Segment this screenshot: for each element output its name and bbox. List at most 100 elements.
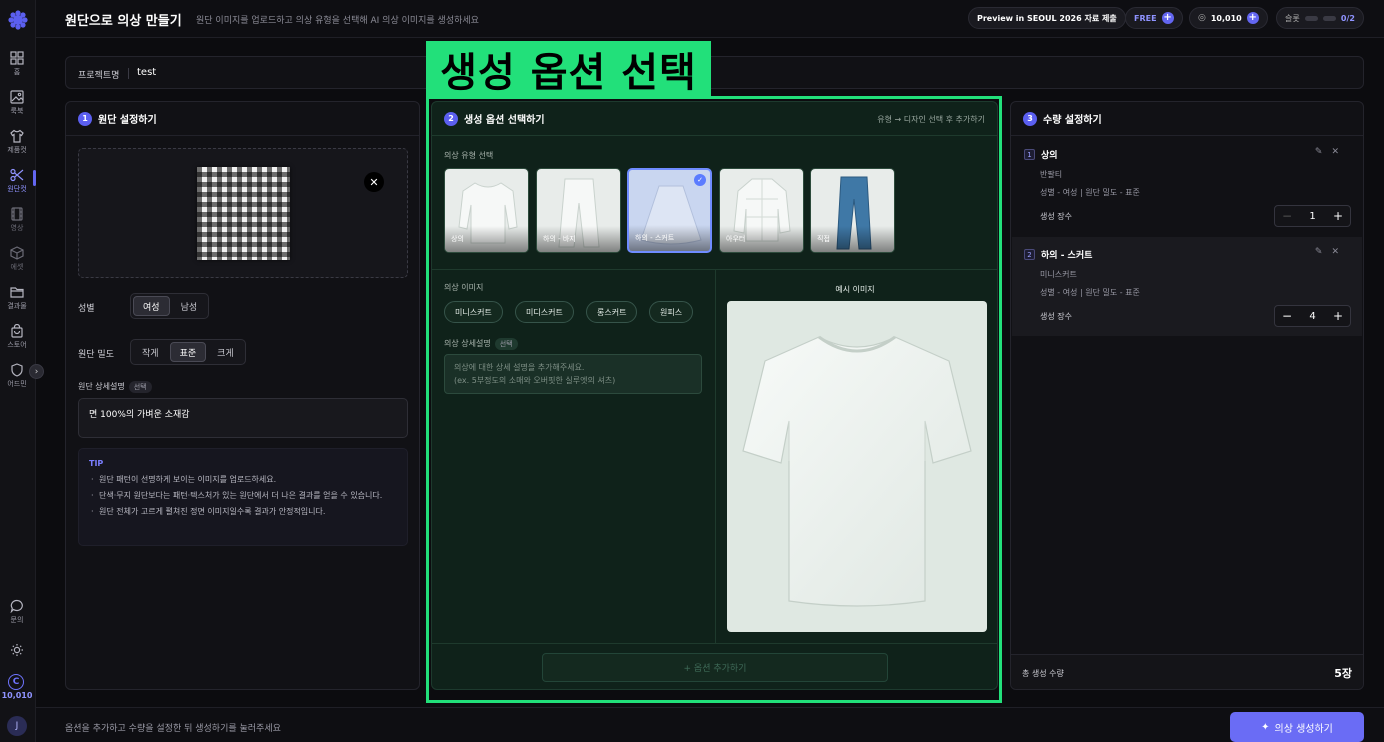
- increment-button[interactable]: +: [1326, 209, 1350, 223]
- chip-midi-skirt[interactable]: 미디스커트: [515, 301, 574, 323]
- placeholder-line: 의상에 대한 상세 설명을 추가해주세요.: [454, 363, 585, 372]
- quantity-label: 생성 장수: [1040, 212, 1072, 221]
- theme-toggle[interactable]: [0, 632, 34, 668]
- edit-icon[interactable]: ✎: [1315, 247, 1332, 257]
- app-root: 홈 룩북 제품컷 원단컷 영상 에셋 결과물 스토어 어드민 › 문의 C 10…: [0, 0, 1384, 742]
- gender-option-female[interactable]: 여성: [133, 296, 170, 316]
- nav-label: 제품컷: [7, 146, 27, 154]
- gender-selector: 여성 남성: [130, 293, 210, 319]
- step-number: 3: [1023, 111, 1037, 126]
- film-icon: [11, 207, 23, 221]
- quantity-stepper: − 1 +: [1274, 205, 1351, 227]
- credits-pill[interactable]: ◎ 10,010 +: [1189, 7, 1268, 29]
- nav-item-results[interactable]: 결과물: [0, 280, 34, 316]
- credit-icon: C: [8, 674, 24, 690]
- density-selector: 작게 표준 크게: [130, 339, 246, 365]
- top-header: 원단으로 의상 만들기 원단 이미지를 업로드하고 의상 유형을 선택해 AI …: [36, 0, 1384, 38]
- optional-badge: 선택: [128, 381, 152, 393]
- panel-title: 생성 옵션 선택하기: [464, 115, 545, 126]
- tshirt-example-illustration: [742, 335, 972, 607]
- density-option-large[interactable]: 크게: [208, 342, 243, 362]
- nav-label: 문의: [10, 616, 24, 624]
- plus-icon: +: [1161, 12, 1174, 24]
- project-name-value[interactable]: test: [137, 67, 156, 78]
- nav-item-assets[interactable]: 에셋: [0, 241, 34, 277]
- app-logo-icon[interactable]: [7, 9, 29, 31]
- generate-button[interactable]: ✦ 의상 생성하기: [1230, 712, 1364, 742]
- project-name-label: 프로젝트명: [78, 71, 120, 81]
- avatar[interactable]: J: [7, 716, 27, 736]
- add-option-button[interactable]: + 옵션 추가하기: [542, 653, 888, 682]
- quantity-value[interactable]: 4: [1299, 311, 1326, 322]
- nav-item-home[interactable]: 홈: [0, 46, 34, 82]
- divider: [432, 643, 997, 644]
- detail-textarea[interactable]: 의상에 대한 상세 설명을 추가해주세요. (ex. 5부정도의 소매와 오버핏…: [444, 354, 702, 394]
- chip-mini-skirt[interactable]: 미니스커트: [444, 301, 503, 323]
- page-title: 원단으로 의상 만들기: [65, 14, 182, 29]
- plus-icon: +: [1246, 12, 1259, 24]
- quantity-value[interactable]: 1: [1299, 211, 1326, 222]
- footer-message: 옵션을 추가하고 수량을 설정한 뒤 생성하기를 눌러주세요: [65, 724, 281, 734]
- fabric-upload-dropzone[interactable]: ✕: [78, 148, 408, 278]
- type-card-skirt[interactable]: ✓ 하의 - 스커트: [627, 168, 712, 253]
- density-option-small[interactable]: 작게: [133, 342, 168, 362]
- gender-label: 성별: [78, 304, 95, 314]
- increment-button[interactable]: +: [1326, 309, 1350, 323]
- nav-item-fabric[interactable]: 원단컷: [0, 163, 34, 199]
- nav-item-product[interactable]: 제품컷: [0, 124, 34, 160]
- density-option-standard[interactable]: 표준: [169, 342, 207, 362]
- tip-title: TIP: [89, 459, 104, 468]
- nav-item-inquiry[interactable]: 문의: [0, 594, 34, 630]
- credits-value: 10,010: [1210, 13, 1242, 23]
- chip-dress[interactable]: 원피스: [649, 301, 694, 323]
- bottom-action-bar: 옵션을 추가하고 수량을 설정한 뒤 생성하기를 눌러주세요 ✦ 의상 생성하기: [36, 707, 1384, 742]
- fabric-desc-label-text: 원단 상세설명: [78, 382, 125, 391]
- decrement-button[interactable]: −: [1275, 209, 1299, 223]
- check-icon: ✓: [694, 174, 706, 186]
- placeholder-line: (ex. 5부정도의 소매와 오버핏한 실루엣의 셔츠): [454, 376, 616, 385]
- slot-bar: [1322, 15, 1336, 21]
- close-icon[interactable]: ✕: [1331, 147, 1348, 157]
- close-icon[interactable]: ✕: [1331, 247, 1348, 257]
- fabric-desc-input[interactable]: 면 100%의 가벼운 소재감: [78, 398, 408, 438]
- left-navigation: 홈 룩북 제품컷 원단컷 영상 에셋 결과물 스토어 어드민 › 문의 C 10…: [0, 0, 44, 742]
- generate-button-label: 의상 생성하기: [1274, 723, 1333, 735]
- shirt-icon: [10, 129, 24, 143]
- total-value: 5장: [1334, 667, 1352, 680]
- fabric-desc-label: 원단 상세설명 선택: [78, 381, 152, 393]
- chip-long-skirt[interactable]: 롱스커트: [586, 301, 638, 323]
- nav-item-lookbook[interactable]: 룩북: [0, 85, 34, 121]
- project-name-bar[interactable]: 프로젝트명 test: [65, 56, 1364, 89]
- detail-label-text: 의상 상세설명: [444, 339, 491, 348]
- quantity-label: 생성 장수: [1040, 312, 1072, 321]
- page-subtitle: 원단 이미지를 업로드하고 의상 유형을 선택해 AI 의상 이미지를 생성하세…: [196, 16, 479, 26]
- annotation-label: 생성 옵션 선택: [426, 41, 711, 97]
- nav-item-store[interactable]: 스토어: [0, 319, 34, 355]
- plan-badge[interactable]: FREE +: [1125, 7, 1183, 29]
- item-actions: ✎✕: [1315, 247, 1348, 257]
- total-label: 총 생성 수량: [1022, 669, 1064, 678]
- type-card-custom[interactable]: 직접: [810, 168, 895, 253]
- nav-label: 홈: [13, 68, 21, 76]
- tip-item: 원단 패턴이 선명하게 보이는 이미지를 업로드하세요.: [89, 473, 397, 486]
- nav-active-indicator: [33, 170, 36, 186]
- decrement-button[interactable]: −: [1275, 309, 1299, 323]
- sidebar-expand-button[interactable]: ›: [29, 364, 44, 379]
- panel-header: 3 수량 설정하기: [1011, 102, 1363, 136]
- item-actions: ✎✕: [1315, 147, 1348, 157]
- cube-icon: [10, 246, 24, 260]
- edit-icon[interactable]: ✎: [1315, 147, 1332, 157]
- type-card-pants[interactable]: 하의 - 바지: [536, 168, 621, 253]
- nav-item-admin[interactable]: 어드민: [0, 358, 34, 394]
- fabric-settings-panel: 1 원단 설정하기 ✕ 성별 여성 남성 원단 밀도 작게 표준 크게 원단 상…: [65, 101, 420, 690]
- generation-options-panel: 2 생성 옵션 선택하기 유형 → 디자인 선택 후 추가하기 의상 유형 선택…: [431, 101, 998, 690]
- remove-image-button[interactable]: ✕: [364, 172, 384, 192]
- nav-item-video[interactable]: 영상: [0, 202, 34, 238]
- type-card-outer[interactable]: 아우터: [719, 168, 804, 253]
- preview-submit-button[interactable]: Preview in SEOUL 2026 자료 제출: [968, 7, 1126, 29]
- item-meta: 성별 - 여성 | 원단 밀도 - 표준: [1040, 188, 1140, 197]
- type-card-label: 상의: [451, 235, 464, 243]
- type-card-top[interactable]: 상의: [444, 168, 529, 253]
- gender-option-male[interactable]: 남성: [172, 296, 207, 316]
- plan-label: FREE: [1134, 13, 1157, 23]
